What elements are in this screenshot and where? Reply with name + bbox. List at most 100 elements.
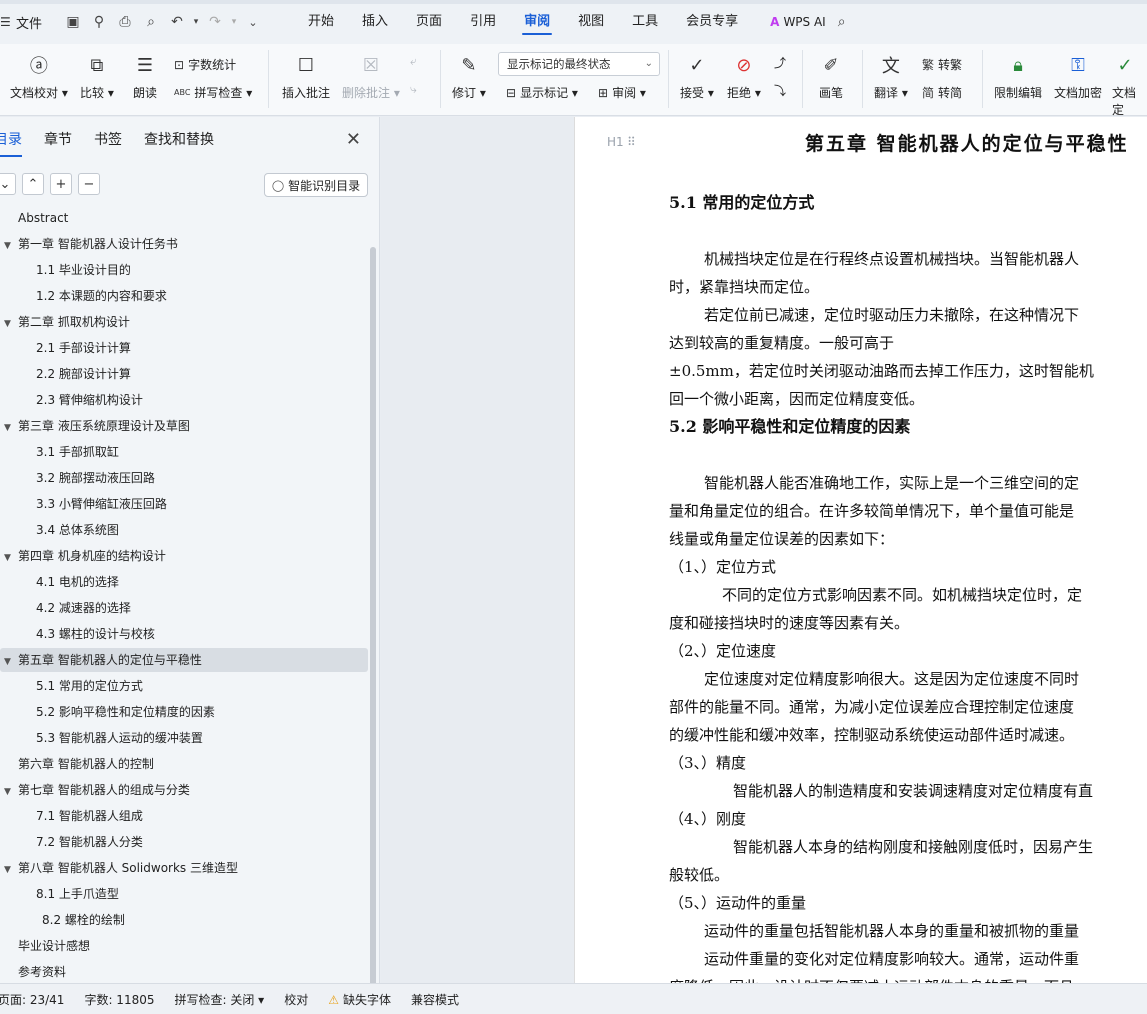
tab-member[interactable]: 会员专享	[672, 7, 752, 37]
toc-item[interactable]: ▼ 第三章 液压系统原理设计及草图	[0, 414, 190, 438]
delete-comment-button[interactable]: ☒ 删除批注 ▾	[342, 52, 400, 101]
expand-triangle-icon[interactable]: ▼	[4, 234, 18, 258]
next-comment-icon[interactable]: ⤷	[410, 82, 417, 97]
expand-triangle-icon[interactable]: ▼	[4, 312, 18, 336]
to-simplified-button[interactable]: 简 转简	[922, 84, 962, 101]
file-menu[interactable]: ☰ 文件	[0, 7, 48, 37]
tab-references[interactable]: 引用	[456, 7, 510, 37]
tab-view[interactable]: 视图	[564, 7, 618, 37]
toc-item[interactable]: ▼ 第八章 智能机器人 Solidworks 三维造型	[0, 856, 238, 880]
remove-heading-icon[interactable]: −	[78, 173, 100, 195]
toc-item[interactable]: 7.1 智能机器人组成	[18, 804, 143, 828]
add-heading-icon[interactable]: +	[50, 173, 72, 195]
reject-button[interactable]: ⊘ 拒绝 ▾	[727, 52, 761, 101]
toc-item[interactable]: Abstract	[0, 206, 68, 230]
previous-change-icon[interactable]: ⤴	[774, 54, 786, 71]
show-markup-button[interactable]: ⊟ 显示标记 ▾	[506, 84, 578, 101]
toc-item[interactable]: 3.1 手部抓取缸	[18, 440, 119, 464]
undo-icon[interactable]: ↶	[166, 11, 188, 33]
nav-tab-find-replace[interactable]: 查找和替换	[144, 117, 214, 163]
spell-check-status[interactable]: 拼写检查: 关闭 ▾	[175, 991, 265, 1008]
redo-dropdown-icon[interactable]: ▾	[230, 11, 238, 33]
doc-encrypt-button[interactable]: ⚿ 文档加密	[1054, 52, 1102, 101]
page-indicator[interactable]: 页面: 23/41	[0, 991, 64, 1008]
doc-check-button[interactable]: ⓐ 文档校对 ▾	[10, 52, 68, 101]
collapse-icon[interactable]: ⌄	[0, 173, 16, 195]
toc-item[interactable]: 参考资料	[0, 960, 66, 984]
nav-tab-bookmarks[interactable]: 书签	[94, 117, 122, 163]
save-icon[interactable]: ▣	[62, 11, 84, 33]
toc-item[interactable]: 3.2 腕部摆动液压回路	[18, 466, 155, 490]
toc-item[interactable]: 毕业设计感想	[0, 934, 90, 958]
expand-triangle-icon[interactable]: ▼	[4, 858, 18, 882]
restrict-edit-button[interactable]: 🔒︎ 限制编辑	[994, 52, 1042, 101]
toc-item[interactable]: 8.2 螺栓的绘制	[24, 908, 125, 932]
toc-item[interactable]: ▼ 第二章 抓取机构设计	[0, 310, 130, 334]
toc-item[interactable]: 第六章 智能机器人的控制	[0, 752, 154, 776]
toc-item[interactable]: ▼ 第五章 智能机器人的定位与平稳性	[0, 648, 202, 672]
toc-item[interactable]: 4.3 螺柱的设计与校核	[18, 622, 155, 646]
track-changes-button[interactable]: ✎ 修订 ▾	[452, 52, 486, 101]
translate-button[interactable]: 文 翻译 ▾	[874, 52, 908, 101]
to-traditional-button[interactable]: 繁 转繁	[922, 56, 962, 73]
toc-item[interactable]: 1.1 毕业设计目的	[18, 258, 131, 282]
toc-item[interactable]: 8.1 上手爪造型	[18, 882, 119, 906]
proofread-status[interactable]: 校对	[284, 991, 308, 1008]
print-icon[interactable]: ⎙	[114, 11, 136, 33]
promote-up-icon[interactable]: ⌃	[22, 173, 44, 195]
spell-check-button[interactable]: ABC 拼写检查 ▾	[174, 84, 252, 101]
close-icon[interactable]: ✕	[346, 129, 361, 150]
toc-item[interactable]: 1.2 本课题的内容和要求	[18, 284, 167, 308]
redo-icon[interactable]: ↷	[204, 11, 226, 33]
expand-triangle-icon[interactable]: ▼	[4, 780, 18, 804]
toc-item[interactable]: 3.3 小臂伸缩缸液压回路	[18, 492, 167, 516]
insert-comment-button[interactable]: ☐ 插入批注	[282, 52, 330, 101]
toc-item[interactable]: ▼ 第一章 智能机器人设计任务书	[0, 232, 178, 256]
drag-handle-icon[interactable]: ⠿	[627, 135, 636, 149]
toc-item[interactable]: 7.2 智能机器人分类	[18, 830, 143, 854]
document-page[interactable]: H1 ⠿ 第五章 智能机器人的定位与平稳性 5.1 常用的定位方式 机械挡块定位是…	[574, 117, 1147, 983]
accept-button[interactable]: ✓ 接受 ▾	[680, 52, 714, 101]
expand-triangle-icon[interactable]: ▼	[4, 416, 18, 440]
toc-item[interactable]: ▼ 第四章 机身机座的结构设计	[0, 544, 166, 568]
toc-item[interactable]: 2.3 臂伸缩机构设计	[18, 388, 143, 412]
ink-button[interactable]: ✐ 画笔	[818, 52, 844, 101]
smart-toc-button[interactable]: ◯ 智能识别目录	[264, 173, 368, 197]
print-preview-icon[interactable]: ⌕	[140, 11, 162, 33]
toc-item[interactable]: 5.1 常用的定位方式	[18, 674, 143, 698]
toc-item[interactable]: 5.3 智能机器人运动的缓冲装置	[18, 726, 203, 750]
word-count-button[interactable]: ⊡ 字数统计	[174, 56, 236, 73]
toc-scrollbar[interactable]	[370, 247, 376, 987]
undo-dropdown-icon[interactable]: ▾	[192, 11, 200, 33]
tab-insert[interactable]: 插入	[348, 7, 402, 37]
toc-item[interactable]: 2.2 腕部设计计算	[18, 362, 131, 386]
wps-ai-button[interactable]: A WPS AI	[770, 15, 826, 29]
toc-item[interactable]: 2.1 手部设计计算	[18, 336, 131, 360]
nav-tab-toc[interactable]: 目录	[0, 117, 22, 163]
expand-triangle-icon[interactable]: ▼	[4, 650, 18, 674]
next-change-icon[interactable]: ⤵	[774, 82, 786, 99]
read-aloud-button[interactable]: ☰ 朗读	[132, 52, 158, 101]
markup-state-select[interactable]: 显示标记的最终状态 ⌄	[498, 52, 660, 76]
missing-font-status[interactable]: ⚠ 缺失字体	[328, 991, 391, 1008]
share-icon[interactable]: ⚲	[88, 11, 110, 33]
tab-review[interactable]: 审阅	[510, 7, 564, 37]
heading-level-marker[interactable]: H1	[607, 135, 624, 149]
toc-item[interactable]: 4.1 电机的选择	[18, 570, 119, 594]
toc-item[interactable]: 4.2 减速器的选择	[18, 596, 131, 620]
tab-tools[interactable]: 工具	[618, 7, 672, 37]
word-count-status[interactable]: 字数: 11805	[84, 991, 154, 1008]
tab-home[interactable]: 开始	[294, 7, 348, 37]
tab-page[interactable]: 页面	[402, 7, 456, 37]
expand-triangle-icon[interactable]: ▼	[4, 546, 18, 570]
nav-tab-sections[interactable]: 章节	[44, 117, 72, 163]
review-pane-button[interactable]: ⊞ 审阅 ▾	[598, 84, 646, 101]
previous-comment-icon[interactable]: ⤶	[410, 54, 417, 69]
compare-button[interactable]: ⧉ 比较 ▾	[80, 52, 114, 101]
toc-item[interactable]: 3.4 总体系统图	[18, 518, 119, 542]
toc-item[interactable]: ▼ 第七章 智能机器人的组成与分类	[0, 778, 190, 802]
doc-finalize-button[interactable]: ✓ 文档定	[1112, 52, 1147, 118]
search-icon[interactable]: ⌕	[838, 14, 846, 30]
customize-toolbar-icon[interactable]: ⌄	[242, 11, 264, 33]
toc-item[interactable]: 5.2 影响平稳性和定位精度的因素	[18, 700, 215, 724]
